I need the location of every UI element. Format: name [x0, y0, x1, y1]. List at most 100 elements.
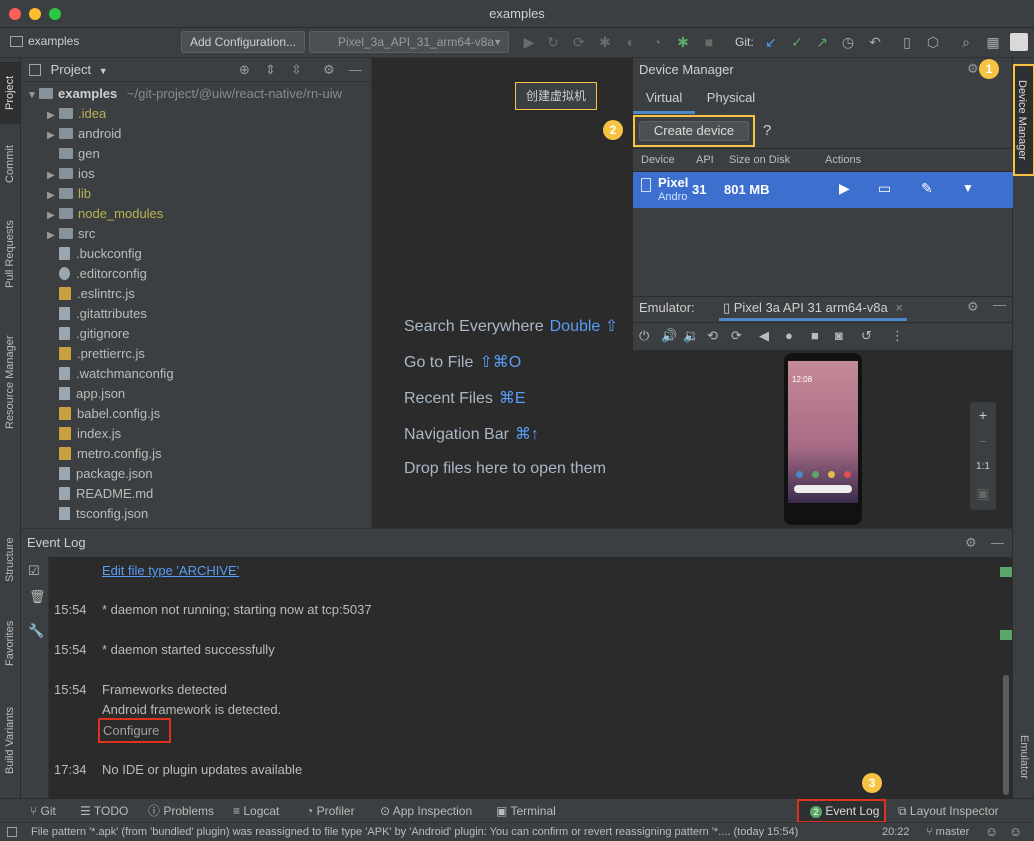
project-name[interactable]: examples: [28, 34, 79, 48]
tree-item[interactable]: .gitattributes: [47, 304, 147, 324]
tree-item[interactable]: ▶ lib: [47, 184, 91, 204]
tree-item[interactable]: .prettierrc.js: [47, 344, 145, 364]
edit-icon[interactable]: ✎: [921, 180, 933, 197]
collapsed-arrow-icon[interactable]: ▶: [47, 106, 59, 126]
create-device-button[interactable]: Create device: [639, 121, 749, 141]
gear-icon[interactable]: ⚙: [967, 61, 979, 77]
scrollbar[interactable]: [1003, 675, 1009, 795]
phone-app-icon[interactable]: [812, 471, 819, 478]
zoom-actual-size-button[interactable]: 1:1: [970, 454, 996, 480]
phone-screen[interactable]: 12:08: [788, 361, 858, 503]
gear-icon[interactable]: ⚙: [323, 58, 335, 82]
minimize-icon[interactable]: —: [991, 529, 1004, 557]
rotate-right-icon[interactable]: ⟳: [731, 328, 742, 344]
zoom-in-button[interactable]: +: [970, 402, 996, 428]
apply-changes-icon[interactable]: ↻: [544, 33, 562, 51]
project-structure-icon[interactable]: ▦: [984, 33, 1002, 51]
mark-read-icon[interactable]: ☑: [28, 563, 40, 579]
more-icon[interactable]: ⋮: [891, 328, 904, 344]
debug-icon[interactable]: ✱: [596, 33, 614, 51]
more-actions-icon[interactable]: ▼: [962, 181, 974, 195]
tab-layout-inspector[interactable]: ⧉ Layout Inspector: [898, 799, 999, 823]
screenshot-icon[interactable]: ◙: [835, 328, 843, 343]
tree-item[interactable]: ▶ .idea: [47, 104, 106, 124]
tree-item[interactable]: metro.config.js: [47, 444, 162, 464]
emulator-device-tab[interactable]: ▯ Pixel 3a API 31 arm64-v8a ×: [719, 297, 907, 321]
tree-item[interactable]: .editorconfig: [47, 264, 147, 284]
phone-app-icon[interactable]: [828, 471, 835, 478]
tab-logcat[interactable]: ≡ Logcat: [233, 799, 279, 823]
configure-link[interactable]: Configure: [98, 718, 171, 743]
help-icon[interactable]: ?: [763, 122, 771, 139]
tree-item[interactable]: index.js: [47, 424, 121, 444]
search-icon[interactable]: ⌕: [957, 33, 975, 51]
tree-item[interactable]: .watchmanconfig: [47, 364, 174, 384]
power-icon[interactable]: ⏻: [639, 328, 649, 344]
avatar[interactable]: [1010, 33, 1028, 51]
volume-down-icon[interactable]: 🔉: [683, 328, 699, 344]
tab-app-inspection[interactable]: ⊙ App Inspection: [380, 799, 472, 823]
collapsed-arrow-icon[interactable]: ▶: [47, 226, 59, 246]
stop-icon[interactable]: ■: [700, 33, 718, 51]
collapsed-arrow-icon[interactable]: ▶: [47, 206, 59, 226]
tab-virtual[interactable]: Virtual: [633, 84, 695, 114]
collapse-all-icon[interactable]: ⇳: [291, 58, 302, 82]
tree-item[interactable]: app.json: [47, 384, 125, 404]
zoom-window-button[interactable]: [49, 8, 61, 20]
volume-up-icon[interactable]: 🔊: [661, 328, 677, 344]
tree-item[interactable]: .buckconfig: [47, 244, 142, 264]
tree-item[interactable]: ▶ ios: [47, 164, 95, 184]
tree-item[interactable]: package.json: [47, 464, 153, 484]
phone-device[interactable]: 12:08: [784, 353, 862, 525]
wrench-icon[interactable]: 🔧: [28, 623, 44, 639]
tab-problems[interactable]: ⓘ Problems: [148, 799, 214, 823]
rotate-left-icon[interactable]: ⟲: [707, 328, 718, 344]
zoom-out-button[interactable]: −: [970, 428, 996, 454]
apply-code-icon[interactable]: ⟳: [570, 33, 588, 51]
tab-terminal[interactable]: ▣ Terminal: [496, 799, 556, 823]
rollback-icon[interactable]: ↶: [866, 33, 884, 51]
tab-pull-requests[interactable]: Pull Requests: [0, 208, 21, 300]
tree-item[interactable]: ▶ node_modules: [47, 204, 163, 224]
close-window-button[interactable]: [9, 8, 21, 20]
collapsed-arrow-icon[interactable]: ▶: [47, 166, 59, 186]
project-panel-title[interactable]: Project: [51, 62, 91, 77]
close-icon[interactable]: ×: [895, 300, 903, 315]
edit-file-type-link[interactable]: Edit file type 'ARCHIVE': [102, 563, 239, 578]
git-push-icon[interactable]: ↗: [813, 33, 831, 51]
overview-icon[interactable]: ■: [811, 328, 819, 343]
folder-open-icon[interactable]: ▭: [878, 180, 891, 197]
locate-icon[interactable]: ⊕: [239, 58, 250, 82]
tab-event-log[interactable]: 2 Event Log: [797, 799, 886, 823]
tab-todo[interactable]: ☰ TODO: [80, 799, 128, 823]
phone-app-icon[interactable]: [844, 471, 851, 478]
phone-app-icon[interactable]: [796, 471, 803, 478]
phone-search-bar[interactable]: [794, 485, 852, 493]
status-message[interactable]: File pattern '*.apk' (from 'bundled' plu…: [31, 823, 871, 841]
tree-root[interactable]: ▼ examples ~/git-project/@uiw/react-nativ…: [27, 84, 342, 104]
gear-icon[interactable]: ⚙: [965, 529, 977, 557]
chevron-down-icon[interactable]: ▼: [99, 66, 108, 76]
device-selector[interactable]: Pixel_3a_API_31_arm64-v8a ▼: [309, 31, 509, 53]
expand-all-icon[interactable]: ⇕: [265, 58, 276, 82]
attach-debugger-icon[interactable]: ✱: [674, 33, 692, 51]
git-update-icon[interactable]: ↙: [762, 33, 780, 51]
tab-project[interactable]: Project: [0, 62, 21, 124]
tree-item[interactable]: gen: [47, 144, 100, 164]
trash-icon[interactable]: 🗑: [29, 589, 46, 605]
tree-item[interactable]: babel.config.js: [47, 404, 160, 424]
tab-commit[interactable]: Commit: [0, 134, 21, 194]
git-branch[interactable]: ⑂ master: [926, 823, 969, 841]
home-icon[interactable]: ●: [785, 328, 793, 343]
tree-item[interactable]: .gitignore: [47, 324, 129, 344]
tab-resource-manager[interactable]: Resource Manager: [0, 322, 21, 442]
collapsed-arrow-icon[interactable]: ▶: [47, 186, 59, 206]
tree-item[interactable]: ▶ src: [47, 224, 95, 244]
tab-device-manager[interactable]: Device Manager: [1013, 64, 1034, 176]
tab-structure[interactable]: Structure: [0, 526, 21, 594]
add-configuration-button[interactable]: Add Configuration...: [181, 31, 306, 53]
gear-icon[interactable]: ⚙: [967, 299, 979, 315]
minimize-icon[interactable]: —: [993, 297, 1006, 312]
tree-item[interactable]: tsconfig.json: [47, 504, 148, 524]
coverage-icon[interactable]: ◐: [622, 33, 640, 51]
